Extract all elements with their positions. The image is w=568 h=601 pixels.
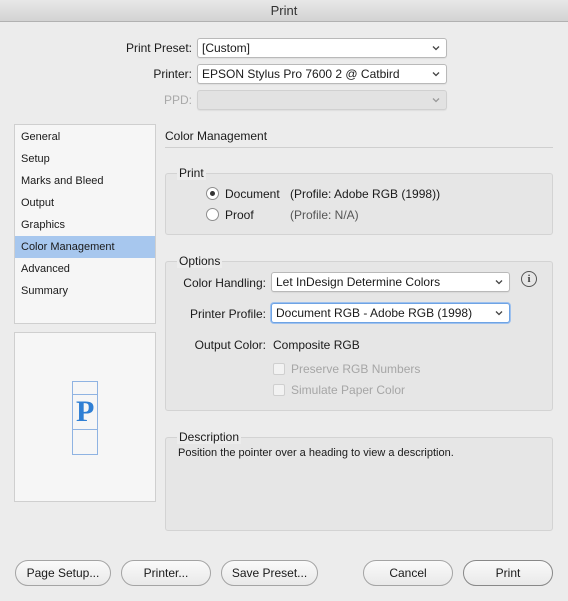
print-group-title: Print <box>177 166 206 180</box>
sidebar-item-marks-and-bleed[interactable]: Marks and Bleed <box>15 170 155 192</box>
sidebar-item-color-management[interactable]: Color Management <box>15 236 155 258</box>
cancel-button[interactable]: Cancel <box>363 560 453 586</box>
simulate-paper-label: Simulate Paper Color <box>291 383 406 397</box>
description-group-title: Description <box>177 430 242 444</box>
preserve-rgb-label: Preserve RGB Numbers <box>291 362 421 376</box>
print-preset-label: Print Preset: <box>125 41 192 55</box>
sidebar-item-graphics[interactable]: Graphics <box>15 214 155 236</box>
printer-button[interactable]: Printer... <box>121 560 211 586</box>
print-button[interactable]: Print <box>463 560 553 586</box>
printer-profile-select[interactable]: Document RGB - Adobe RGB (1998) <box>271 303 510 323</box>
simulate-paper-checkbox[interactable] <box>273 384 285 396</box>
document-radio[interactable] <box>206 187 219 200</box>
printer-value: EPSON Stylus Pro 7600 2 @ Catbird <box>202 67 400 81</box>
chevron-down-icon <box>432 98 440 103</box>
ppd-label: PPD: <box>163 93 192 107</box>
output-color-value: Composite RGB <box>273 338 360 352</box>
proof-radio[interactable] <box>206 208 219 221</box>
window-title: Print <box>0 0 568 22</box>
output-color-label: Output Color: <box>194 338 266 352</box>
page-setup-button[interactable]: Page Setup... <box>15 560 111 586</box>
color-handling-label: Color Handling: <box>183 276 266 290</box>
sidebar-item-setup[interactable]: Setup <box>15 148 155 170</box>
category-list: General Setup Marks and Bleed Output Gra… <box>14 124 156 324</box>
chevron-down-icon <box>432 72 440 77</box>
sidebar-item-advanced[interactable]: Advanced <box>15 258 155 280</box>
info-icon[interactable]: i <box>521 271 537 287</box>
document-profile: (Profile: Adobe RGB (1998)) <box>290 187 441 201</box>
sidebar-item-summary[interactable]: Summary <box>15 280 155 302</box>
color-handling-select[interactable]: Let InDesign Determine Colors <box>271 272 510 292</box>
printer-profile-value: Document RGB - Adobe RGB (1998) <box>276 306 473 320</box>
chevron-down-icon <box>495 280 503 285</box>
chevron-down-icon <box>432 46 440 51</box>
printer-profile-label: Printer Profile: <box>189 307 266 321</box>
ppd-select <box>197 90 447 110</box>
proof-label[interactable]: Proof <box>225 208 254 222</box>
proof-profile: (Profile: N/A) <box>290 208 359 222</box>
preview-glyph: P <box>76 395 95 428</box>
description-text: Position the pointer over a heading to v… <box>178 447 454 459</box>
document-label[interactable]: Document <box>225 187 280 201</box>
panel-title-rule <box>165 147 553 148</box>
chevron-down-icon <box>495 311 503 316</box>
color-handling-value: Let InDesign Determine Colors <box>276 275 441 289</box>
print-preset-select[interactable]: [Custom] <box>197 38 447 58</box>
sidebar-item-output[interactable]: Output <box>15 192 155 214</box>
printer-select[interactable]: EPSON Stylus Pro 7600 2 @ Catbird <box>197 64 447 84</box>
preserve-rgb-checkbox[interactable] <box>273 363 285 375</box>
print-preset-value: [Custom] <box>202 41 251 55</box>
page-preview: P <box>14 332 156 502</box>
save-preset-button[interactable]: Save Preset... <box>221 560 318 586</box>
print-group <box>165 173 553 235</box>
options-group-title: Options <box>177 254 223 268</box>
panel-title: Color Management <box>165 129 268 143</box>
printer-label: Printer: <box>153 67 192 81</box>
sidebar-item-general[interactable]: General <box>15 126 155 148</box>
